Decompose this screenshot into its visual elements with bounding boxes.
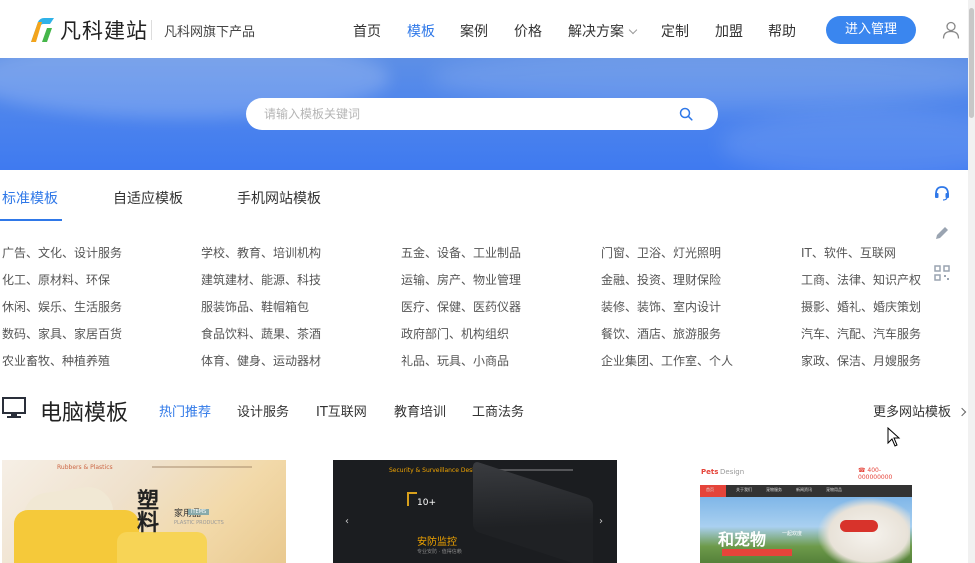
- page-scrollbar[interactable]: [968, 0, 975, 563]
- search-banner: [0, 58, 968, 170]
- category-link[interactable]: 体育、健身、运动器材: [201, 352, 321, 369]
- category-link[interactable]: 广告、文化、设计服务: [2, 244, 122, 261]
- card-site-logo: Rubbers & Plastics: [57, 464, 113, 471]
- nav-help[interactable]: 帮助: [768, 21, 796, 41]
- chevron-right-icon: ›: [599, 516, 603, 527]
- card-site-nav-item: 宠物服务: [766, 487, 782, 492]
- scrollbar-thumb[interactable]: [969, 8, 974, 118]
- user-icon[interactable]: [942, 21, 960, 39]
- category-row: 广告、文化、设计服务 学校、教育、培训机构 五金、设备、工业制品 门窗、卫浴、灯…: [0, 244, 940, 271]
- more-templates-link[interactable]: 更多网站模板: [873, 401, 967, 420]
- category-row: 农业畜牧、种植养殖 体育、健身、运动器材 礼品、玩具、小商品 企业集团、工作室、…: [0, 352, 940, 379]
- nav-custom[interactable]: 定制: [661, 21, 689, 41]
- card-image-goggles: [840, 520, 878, 532]
- category-link[interactable]: 企业集团、工作室、个人: [601, 352, 733, 369]
- nav-home[interactable]: 首页: [353, 21, 381, 41]
- tab-mobile-templates[interactable]: 手机网站模板: [237, 188, 321, 208]
- search-icon[interactable]: [679, 107, 693, 121]
- category-link[interactable]: 礼品、玩具、小商品: [401, 352, 509, 369]
- section-tab-education[interactable]: 教育培训: [394, 401, 446, 420]
- monitor-icon: [2, 397, 26, 418]
- card-site-nav-item: 新闻资讯: [796, 487, 812, 492]
- chevron-down-icon: [628, 25, 638, 35]
- category-link[interactable]: 摄影、婚礼、婚庆策划: [801, 298, 921, 315]
- pencil-icon[interactable]: [933, 224, 951, 242]
- banner-cloud: [720, 110, 968, 170]
- category-link[interactable]: 农业畜牧、种植养殖: [2, 352, 110, 369]
- nav-pricing[interactable]: 价格: [514, 21, 542, 41]
- nav-solutions[interactable]: 解决方案: [568, 21, 638, 41]
- card-hero-number: 10+: [417, 498, 436, 508]
- nav-cases[interactable]: 案例: [460, 21, 488, 41]
- card-hero-tag: ITEMS: [188, 509, 210, 515]
- template-type-tabs: 标准模板 自适应模板 手机网站模板: [0, 170, 940, 222]
- section-tab-hot[interactable]: 热门推荐: [159, 401, 211, 420]
- card-hero-buttons: [722, 549, 792, 556]
- section-tab-design[interactable]: 设计服务: [237, 401, 289, 420]
- card-hero-text: 塑料: [137, 488, 160, 536]
- nav-franchise[interactable]: 加盟: [715, 21, 743, 41]
- top-header: 凡科建站 凡科网旗下产品 首页 模板 案例 价格 解决方案 定制 加盟 帮助 进…: [0, 0, 968, 58]
- category-link[interactable]: 汽车、汽配、汽车服务: [801, 325, 921, 342]
- main-nav: 首页 模板 案例 价格 解决方案 定制 加盟 帮助: [0, 21, 968, 41]
- card-hero-title: 和宠物: [718, 530, 767, 549]
- category-link[interactable]: 建筑建材、能源、科技: [201, 271, 321, 288]
- category-link[interactable]: 政府部门、机构组织: [401, 325, 509, 342]
- tab-responsive-templates[interactable]: 自适应模板: [113, 188, 183, 208]
- card-hero-subtitle: 一起欢度: [782, 531, 803, 537]
- section-title: 电脑模板: [40, 401, 129, 426]
- category-row: 休闲、娱乐、生活服务 服装饰品、鞋帽箱包 医疗、保健、医药仪器 装修、装饰、室内…: [0, 298, 940, 325]
- category-link[interactable]: 化工、原材料、环保: [2, 271, 110, 288]
- category-link[interactable]: 门窗、卫浴、灯光照明: [601, 244, 721, 261]
- card-site-nav: [152, 466, 252, 468]
- category-row: 数码、家具、家居百货 食品饮料、蔬果、茶酒 政府部门、机构组织 餐饮、酒店、旅游…: [0, 325, 940, 352]
- category-link[interactable]: 运输、房产、物业管理: [401, 271, 521, 288]
- category-link[interactable]: 学校、教育、培训机构: [201, 244, 321, 261]
- category-link[interactable]: 金融、投资、理财保险: [601, 271, 721, 288]
- card-site-nav-item: 关于我们: [736, 487, 752, 492]
- template-card-plastics[interactable]: Rubbers & Plastics 塑料 家用品 ITEMS PLASTIC …: [2, 460, 286, 563]
- active-tab-indicator: [0, 219, 62, 221]
- category-link[interactable]: 装修、装饰、室内设计: [601, 298, 721, 315]
- category-link[interactable]: 医疗、保健、医药仪器: [401, 298, 521, 315]
- card-hero-subtitle: 专业安防 · 值得信赖: [417, 549, 462, 555]
- template-card-pets[interactable]: Pets Design ☎ 400-000000000 首页 关于我们 宠物服务…: [700, 460, 912, 563]
- card-hero-title: 安防监控: [417, 537, 457, 548]
- chevron-right-icon: [957, 407, 967, 417]
- category-link[interactable]: 工商、法律、知识产权: [801, 271, 921, 288]
- category-row: 化工、原材料、环保 建筑建材、能源、科技 运输、房产、物业管理 金融、投资、理财…: [0, 271, 940, 298]
- template-card-security[interactable]: Security & Surveillance Design 10+ 安防监控 …: [333, 460, 617, 563]
- card-site-logo-suffix: Design: [720, 468, 745, 476]
- card-site-phone: ☎ 400-000000000: [858, 467, 893, 481]
- headset-icon[interactable]: [933, 184, 951, 202]
- card-image-basket: [117, 532, 207, 563]
- category-link[interactable]: 休闲、娱乐、生活服务: [2, 298, 122, 315]
- pc-templates-section-header: 电脑模板 热门推荐 设计服务 IT互联网 教育培训 工商法务 更多网站模板: [0, 392, 968, 432]
- nav-solutions-label: 解决方案: [568, 24, 624, 40]
- category-link[interactable]: 家政、保洁、月嫂服务: [801, 352, 921, 369]
- more-templates-label: 更多网站模板: [873, 405, 952, 420]
- card-hero-bracket: [407, 492, 417, 506]
- card-site-logo: Security & Surveillance Design: [389, 467, 482, 474]
- card-site-nav-item: 宠物用品: [826, 487, 842, 492]
- category-link[interactable]: 五金、设备、工业制品: [401, 244, 521, 261]
- chevron-left-icon: ‹: [345, 516, 349, 527]
- nav-templates[interactable]: 模板: [407, 21, 435, 41]
- category-link[interactable]: IT、软件、互联网: [801, 244, 896, 261]
- section-tab-legal[interactable]: 工商法务: [472, 401, 524, 420]
- card-site-logo: Pets: [701, 468, 719, 476]
- section-tab-it[interactable]: IT互联网: [316, 401, 367, 420]
- card-image-camera: [473, 460, 593, 563]
- search-input[interactable]: [264, 98, 664, 130]
- card-hero-subtitle: PLASTIC PRODUCTS: [174, 520, 224, 526]
- search-box: [246, 98, 718, 130]
- enter-management-button[interactable]: 进入管理: [826, 16, 916, 44]
- tab-standard-templates[interactable]: 标准模板: [2, 188, 58, 208]
- category-link[interactable]: 食品饮料、蔬果、茶酒: [201, 325, 321, 342]
- mouse-cursor-icon: [887, 427, 901, 447]
- card-site-nav-item: 首页: [706, 487, 714, 492]
- category-link[interactable]: 餐饮、酒店、旅游服务: [601, 325, 721, 342]
- category-link[interactable]: 数码、家具、家居百货: [2, 325, 122, 342]
- category-link[interactable]: 服装饰品、鞋帽箱包: [201, 298, 309, 315]
